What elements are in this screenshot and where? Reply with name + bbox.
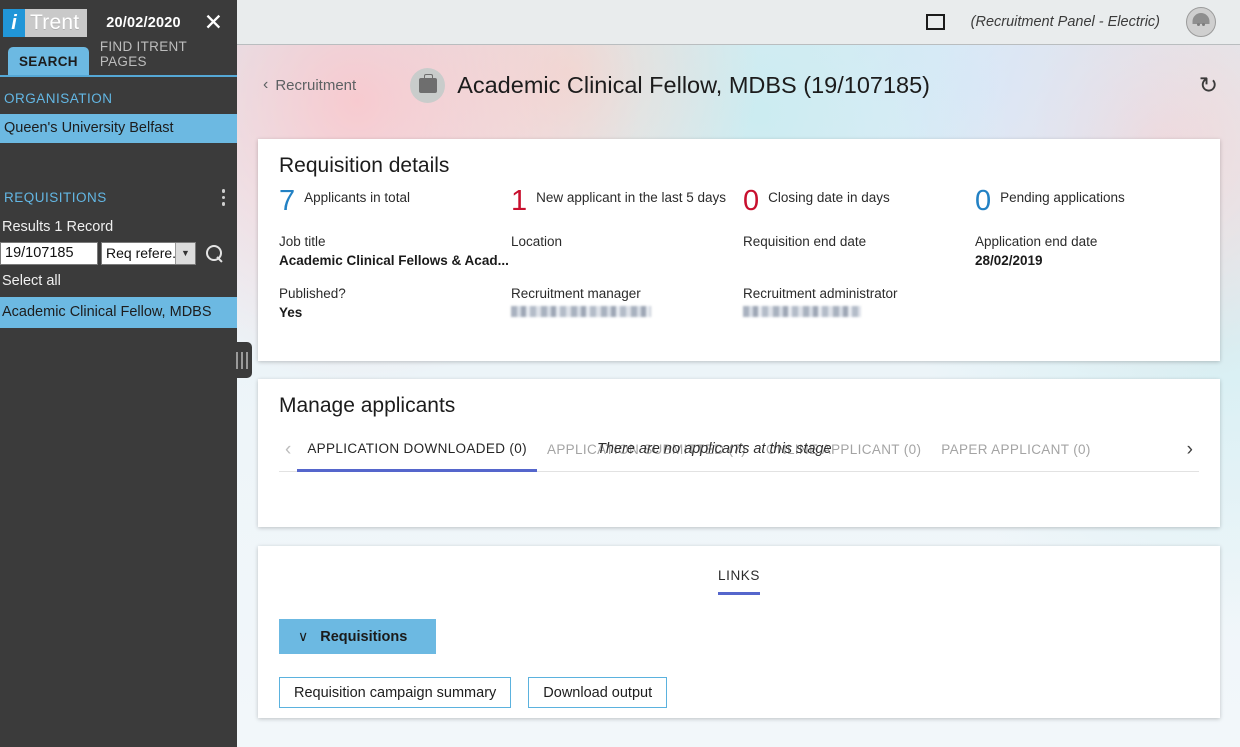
links-card: LINKS ∨ Requisitions Requisition campaig… xyxy=(258,546,1220,718)
requisition-campaign-summary-button[interactable]: Requisition campaign summary xyxy=(279,677,512,708)
stat-value: 1 xyxy=(511,185,528,217)
app-root: (Recruitment Panel - Electric) i Trent 2… xyxy=(0,0,1240,747)
breadcrumb[interactable]: ‹ Recruitment xyxy=(263,76,356,94)
field-location: Location xyxy=(511,234,743,268)
sidebar-resize-handle[interactable] xyxy=(232,342,252,378)
page-title-wrap: Academic Clinical Fellow, MDBS (19/10718… xyxy=(410,67,930,103)
avatar[interactable] xyxy=(1186,7,1216,37)
redacted-value xyxy=(743,305,861,317)
section-organisation-label: ORGANISATION xyxy=(4,91,113,106)
tab-search[interactable]: SEARCH xyxy=(8,47,89,75)
stat-new-applicants: 1 New applicant in the last 5 days xyxy=(511,185,743,217)
stat-value: 0 xyxy=(743,185,760,217)
avatar-face-icon xyxy=(1187,23,1215,26)
sidebar: i Trent 20/02/2020 ✕ SEARCH FIND ITRENT … xyxy=(0,0,237,747)
close-icon[interactable]: ✕ xyxy=(204,11,223,34)
field-label: Requisition end date xyxy=(743,233,867,249)
requisitions-expand-button[interactable]: ∨ Requisitions xyxy=(279,619,436,654)
stat-value: 7 xyxy=(279,185,296,217)
tabs-prev-arrow-icon[interactable]: ‹ xyxy=(279,439,297,461)
tabs-next-arrow-icon[interactable]: › xyxy=(1181,439,1199,461)
tab-application-downloaded[interactable]: APPLICATION DOWNLOADED (0) xyxy=(297,428,537,472)
stat-label: Pending applications xyxy=(1000,190,1125,205)
manage-applicants-card: Manage applicants ‹ APPLICATION DOWNLOAD… xyxy=(258,379,1220,527)
page-header: ‹ Recruitment Academic Clinical Fellow, … xyxy=(237,45,1240,125)
window-icon[interactable] xyxy=(925,14,945,30)
stat-label: Applicants in total xyxy=(304,190,410,205)
tab-application-submitted[interactable]: APPLICATION SUBMITTED (7) xyxy=(537,428,756,472)
chevron-down-icon: ∨ xyxy=(298,628,309,644)
links-tab-row: LINKS xyxy=(258,546,1220,595)
stat-closing-date-days: 0 Closing date in days xyxy=(743,185,975,217)
section-requisitions-label: REQUISITIONS xyxy=(4,189,107,205)
chevron-down-icon: ▼ xyxy=(175,242,195,264)
search-field-select[interactable]: Req refere... ▼ xyxy=(101,241,196,265)
briefcase-icon xyxy=(410,67,446,103)
links-button-row: Requisition campaign summary Download ou… xyxy=(279,677,668,708)
fields-row-1: Job title Academic Clinical Fellows & Ac… xyxy=(258,216,1220,268)
field-label: Published? xyxy=(279,285,346,301)
field-requisition-end-date: Requisition end date xyxy=(743,234,975,268)
stat-value: 0 xyxy=(975,185,992,217)
card-title: Requisition details xyxy=(279,154,450,177)
field-published: Published? Yes xyxy=(279,286,511,320)
field-recruitment-manager: Recruitment manager xyxy=(511,286,743,320)
organisation-selected-item[interactable]: Queen's University Belfast xyxy=(0,114,237,143)
sidebar-tabs: SEARCH FIND ITRENT PAGES xyxy=(0,39,237,77)
top-bar: (Recruitment Panel - Electric) xyxy=(237,0,1240,45)
select-all-link[interactable]: Select all xyxy=(0,265,237,297)
itrent-logo: i Trent xyxy=(3,8,88,37)
current-date: 20/02/2020 xyxy=(106,14,181,31)
page-title: Academic Clinical Fellow, MDBS (19/10718… xyxy=(457,71,930,98)
results-count: Results 1 Record xyxy=(2,218,114,235)
more-options-icon[interactable] xyxy=(221,189,225,206)
requisition-search-row: Req refere... ▼ xyxy=(0,241,237,265)
logo-i-mark: i xyxy=(3,8,25,37)
card-title: Manage applicants xyxy=(279,394,456,417)
field-label: Recruitment manager xyxy=(511,285,641,301)
requisitions-button-label: Requisitions xyxy=(320,628,408,645)
applicant-stage-tabs: ‹ APPLICATION DOWNLOADED (0) APPLICATION… xyxy=(279,428,1199,472)
field-label: Location xyxy=(511,233,563,249)
search-icon[interactable] xyxy=(206,244,223,262)
field-recruitment-administrator: Recruitment administrator xyxy=(743,286,975,320)
chevron-left-icon: ‹ xyxy=(263,76,269,93)
refresh-icon[interactable]: ↻ xyxy=(1199,73,1218,97)
stat-applicants-total: 7 Applicants in total xyxy=(279,185,511,217)
stats-row: 7 Applicants in total 1 New applicant in… xyxy=(258,178,1220,216)
section-requisitions-header: REQUISITIONS xyxy=(0,189,237,206)
field-label: Recruitment administrator xyxy=(743,285,898,301)
tab-links[interactable]: LINKS xyxy=(717,568,761,595)
field-label: Job title xyxy=(279,233,326,249)
logo-wordmark: Trent xyxy=(30,10,80,34)
field-value: Yes xyxy=(279,304,303,320)
field-application-end-date: Application end date 28/02/2019 xyxy=(975,234,1207,268)
field-value: Academic Clinical Fellows & Acad... xyxy=(279,252,509,268)
breadcrumb-label: Recruitment xyxy=(275,76,357,94)
download-output-button[interactable]: Download output xyxy=(528,677,668,708)
panel-label: (Recruitment Panel - Electric) xyxy=(970,14,1160,30)
stat-label: New applicant in the last 5 days xyxy=(536,190,726,205)
redacted-value xyxy=(511,305,651,317)
tab-online-applicant[interactable]: ONLINE APPLICANT (0) xyxy=(756,428,931,472)
field-label: Application end date xyxy=(975,233,1098,249)
field-job-title: Job title Academic Clinical Fellows & Ac… xyxy=(279,234,511,268)
search-field-select-value: Req refere... xyxy=(106,245,184,261)
search-input[interactable] xyxy=(0,241,98,265)
tab-find-itrent-pages[interactable]: FIND ITRENT PAGES xyxy=(89,32,237,75)
fields-row-2: Published? Yes Recruitment manager Recru… xyxy=(258,268,1220,320)
list-item[interactable]: Academic Clinical Fellow, MDBS xyxy=(0,296,237,328)
tab-paper-applicant[interactable]: PAPER APPLICANT (0) xyxy=(931,428,1100,472)
stat-label: Closing date in days xyxy=(768,190,890,205)
requisition-details-card: Requisition details 7 Applicants in tota… xyxy=(258,139,1220,361)
field-value: 28/02/2019 xyxy=(975,252,1043,268)
stat-pending-applications: 0 Pending applications xyxy=(975,185,1125,217)
